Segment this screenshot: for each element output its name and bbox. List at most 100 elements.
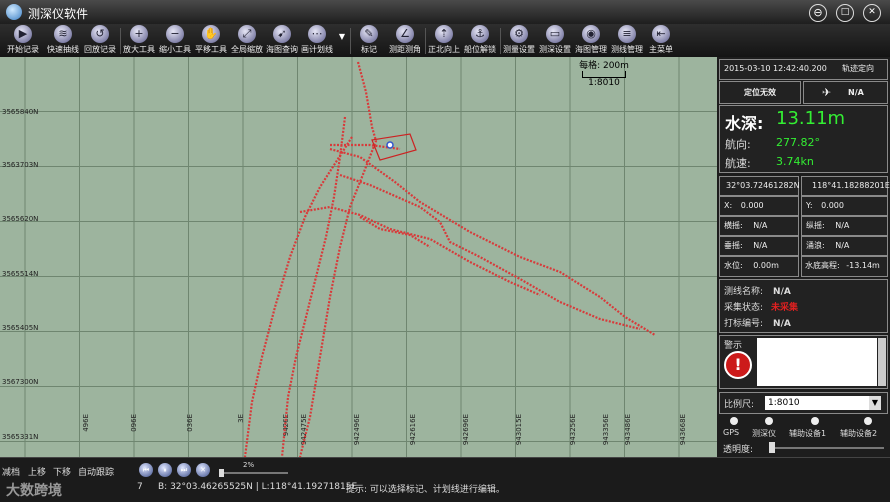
first-button[interactable]: ⏮: [139, 463, 153, 477]
datetime-value: 2015-03-10 12:42:40.200: [724, 64, 827, 73]
mark-number-value: N/A: [773, 319, 791, 329]
stop-button[interactable]: ✕: [196, 463, 210, 477]
opacity-slider-track[interactable]: [769, 447, 884, 449]
nav-down-button[interactable]: 下移: [53, 465, 71, 478]
start-record-button[interactable]: ▶ 开始记录: [4, 24, 42, 57]
pointer-icon: ➹: [273, 25, 291, 43]
main-menu-button[interactable]: ⇤ 主菜单: [645, 24, 677, 57]
back-icon: ⇤: [652, 25, 670, 43]
y-field: Y: 0.000: [801, 196, 888, 216]
acquisition-value: 未采集: [771, 303, 799, 313]
draw-plan-line-button[interactable]: ⋯ 画计划线: [299, 24, 335, 57]
lines-icon: ≋: [54, 25, 72, 43]
survey-track: [280, 116, 347, 457]
zoom-out-button[interactable]: − 缩小工具: [157, 24, 193, 57]
depth-label: 水深:: [725, 114, 764, 133]
survey-track: [359, 216, 431, 248]
dropdown-arrow-icon: ▼: [338, 32, 346, 41]
vessel-position-marker: [386, 141, 394, 149]
plan-line-dropdown[interactable]: ▼: [337, 24, 347, 57]
aux2-label: 辅助设备2: [840, 429, 878, 438]
chart-manage-button[interactable]: ◉ 海图管理: [573, 24, 609, 57]
status-field-number: 7: [137, 482, 143, 492]
list-icon: ≡: [618, 25, 636, 43]
heave-field: 垂摇: N/A: [719, 236, 799, 256]
chart-map-canvas[interactable]: 3565840N 3563703N 3565620N 3565514N 3565…: [0, 57, 717, 457]
info-panel: 2015-03-10 12:42:40.200 轨迹定向 定位无效 ✈ N/A …: [717, 57, 890, 457]
survey-track: [329, 147, 656, 336]
line-status-box: 测线名称: N/A 采集状态: 未采集 打标编号: N/A: [719, 279, 888, 333]
nav-up-button[interactable]: 上移: [28, 465, 46, 478]
auto-track-button[interactable]: 自动跟踪: [78, 465, 114, 478]
gps-status-dot: [730, 417, 738, 425]
acquisition-field: 采集状态: 未采集: [724, 303, 799, 313]
sounder-status-dot: [765, 417, 773, 425]
latitude-value: 32°03.72461282N: [719, 176, 800, 196]
aux2-status-dot: [864, 417, 872, 425]
monitor-icon: ▭: [546, 25, 564, 43]
satellite-icon: ✈: [822, 86, 832, 99]
aux1-label: 辅助设备1: [789, 429, 827, 438]
heading-label: 航向:: [725, 138, 751, 151]
mark-button[interactable]: ✎ 标记: [352, 24, 386, 57]
nav-decrease-button[interactable]: 减档: [2, 465, 20, 478]
expand-icon: ⤢: [238, 25, 256, 43]
replay-record-button[interactable]: ↺ 回放记录: [82, 24, 118, 57]
opacity-row: 透明度:: [719, 440, 888, 456]
survey-track: [339, 173, 641, 331]
unlock-ship-button[interactable]: ⚓ 船位解锁: [462, 24, 498, 57]
play-icon: ▶: [14, 25, 32, 43]
quick-line-button[interactable]: ≋ 快速抽线: [44, 24, 82, 57]
main-toolbar: ▶ 开始记录 ≋ 快速抽线 ↺ 回放记录 + 放大工具 − 缩小工具 ✋ 平移工具 ⤢ 全局缩…: [0, 24, 890, 58]
pen-icon: ✎: [360, 25, 378, 43]
playback-slider-handle[interactable]: [219, 469, 224, 477]
survey-settings-button[interactable]: ⚙ 测量设置: [501, 24, 537, 57]
warning-box: 警示 !: [719, 335, 888, 389]
water-level-value: 0.00m: [753, 261, 779, 270]
app-logo-icon: [6, 4, 22, 20]
swell-value: N/A: [835, 241, 850, 250]
measure-button[interactable]: ∠ 测距测角: [386, 24, 424, 57]
close-button[interactable]: ✕: [863, 4, 881, 22]
scale-select[interactable]: 1:8010: [765, 396, 869, 410]
warning-label: 警示: [724, 341, 743, 351]
fit-all-button[interactable]: ⤢ 全局缩放: [229, 24, 265, 57]
pan-tool-button[interactable]: ✋ 平移工具: [193, 24, 229, 57]
watermark-text: 大数跨境: [6, 483, 62, 499]
sounder-label: 测深仪: [752, 429, 776, 438]
chart-query-button[interactable]: ➹ 海图查询: [265, 24, 299, 57]
aux1-status-dot: [811, 417, 819, 425]
device-status-row: GPS 测深仪 辅助设备1 辅助设备2: [719, 417, 888, 438]
y-value: 0.000: [821, 201, 844, 210]
survey-track: [299, 205, 541, 297]
minimize-button[interactable]: ⊖: [809, 4, 827, 22]
speed-value: 3.74kn: [776, 155, 814, 168]
x-field: X: 0.000: [719, 196, 799, 216]
track-mode-label[interactable]: 轨迹定向: [842, 60, 874, 78]
line-manage-button[interactable]: ≡ 测线管理: [609, 24, 645, 57]
fix-status: 定位无效: [719, 81, 801, 104]
longitude-value: 118°41.18288201E: [801, 176, 890, 196]
north-up-button[interactable]: ⇡ 正北向上: [426, 24, 462, 57]
pause-button[interactable]: ⏸: [158, 463, 172, 477]
warning-scrollbar[interactable]: [878, 338, 886, 386]
survey-track-layer: [243, 61, 656, 457]
playback-percent: 2%: [243, 461, 255, 469]
opacity-slider-handle[interactable]: [769, 442, 775, 453]
heading-value: 277.82°: [776, 136, 820, 149]
line-name-field: 测线名称: N/A: [724, 287, 791, 297]
warning-alert-icon: !: [724, 351, 752, 379]
cursor-coordinates: B: 32°03.46265525N | L:118°41.19271815E: [158, 482, 358, 492]
forward-button[interactable]: ⏭: [177, 463, 191, 477]
zoom-in-button[interactable]: + 放大工具: [121, 24, 157, 57]
gps-label: GPS: [723, 428, 740, 437]
bottom-elevation-value: -13.14m: [846, 261, 880, 270]
scale-dropdown-arrow-icon[interactable]: ▼: [869, 396, 881, 410]
gear-icon: ⚙: [510, 25, 528, 43]
maximize-button[interactable]: □: [836, 4, 854, 22]
playback-slider-track[interactable]: [220, 472, 288, 474]
depth-value: 13.11m: [776, 108, 846, 129]
bottom-elevation-field: 水底高程: -13.14m: [801, 256, 888, 277]
sounder-settings-button[interactable]: ▭ 测深设置: [537, 24, 573, 57]
heave-value: N/A: [753, 241, 768, 250]
